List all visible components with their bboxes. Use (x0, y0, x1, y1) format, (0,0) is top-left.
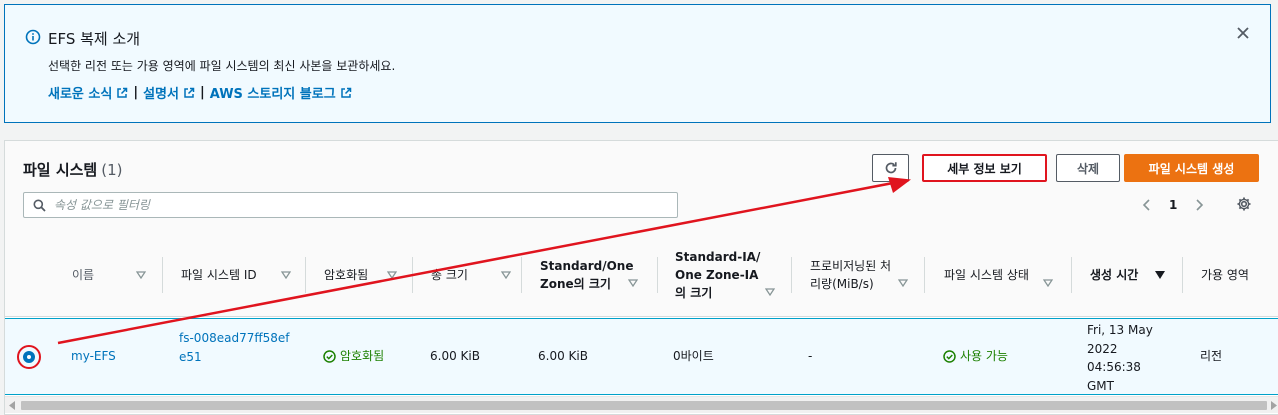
column-header-name[interactable]: 이름 (72, 233, 157, 317)
property-filter (23, 192, 678, 218)
total-size-value: 6.00 KiB (430, 349, 480, 363)
column-divider (305, 257, 306, 293)
link-separator: | (199, 85, 205, 100)
whats-new-link[interactable]: 새로운 소식 (48, 83, 128, 102)
row-radio-button[interactable] (17, 345, 41, 369)
scrollbar-thumb[interactable] (21, 401, 1267, 410)
column-divider (791, 257, 792, 293)
scroll-left-icon[interactable] (9, 401, 17, 410)
sort-caret-icon (501, 271, 511, 279)
radio-selected-dot (23, 351, 35, 363)
storage-blog-link[interactable]: AWS 스토리지 블로그 (210, 83, 352, 102)
link-separator: | (133, 85, 139, 100)
efs-console: EFS 복제 소개 선택한 리전 또는 가용 영역에 파일 시스템의 최신 사본… (0, 0, 1278, 415)
sort-descending-icon (1155, 271, 1165, 279)
column-divider (1182, 257, 1183, 293)
scroll-right-icon[interactable] (1269, 401, 1277, 410)
column-divider (924, 257, 925, 293)
banner-title: EFS 복제 소개 (48, 30, 141, 48)
ia-size-value: 0바이트 (673, 349, 714, 363)
column-header-creation-time[interactable]: 생성 시간 (1090, 233, 1180, 317)
chevron-left-icon[interactable] (1141, 198, 1153, 212)
close-icon[interactable] (1235, 25, 1251, 41)
standard-size-value: 6.00 KiB (538, 349, 588, 363)
column-header-standard-size[interactable]: Standard/One Zone의 크기 (540, 233, 640, 317)
column-header-ia-size[interactable]: Standard-IA/One Zone-IA의 크기 (675, 233, 775, 317)
column-divider (162, 257, 163, 293)
replication-info-banner: EFS 복제 소개 선택한 리전 또는 가용 영역에 파일 시스템의 최신 사본… (4, 4, 1271, 123)
external-link-icon (340, 87, 351, 98)
throughput-value: - (808, 349, 813, 363)
file-system-id-link[interactable]: fs-008ead77ff58efe51 (179, 329, 291, 367)
panel-title: 파일 시스템 (1) (23, 161, 123, 179)
creation-time-value: Fri, 13 May 2022 04:56:38 GMT (1087, 323, 1153, 393)
column-divider (521, 257, 522, 293)
horizontal-scrollbar[interactable] (5, 396, 1278, 413)
column-divider (1071, 257, 1072, 293)
column-header-state[interactable]: 파일 시스템 상태 (944, 233, 1053, 317)
sort-caret-icon (136, 271, 146, 279)
column-divider (657, 257, 658, 293)
view-details-button[interactable]: 세부 정보 보기 (922, 154, 1047, 182)
filter-input[interactable] (54, 196, 654, 214)
sort-caret-icon (387, 271, 397, 279)
gear-icon[interactable] (1236, 196, 1252, 212)
check-circle-icon (943, 350, 956, 363)
file-system-name-link[interactable]: my-EFS (71, 347, 116, 366)
delete-button[interactable]: 삭제 (1056, 154, 1120, 182)
availability-zone-value: 리전 (1200, 349, 1223, 363)
refresh-icon (885, 162, 897, 174)
sort-caret-icon (898, 279, 908, 287)
documentation-link[interactable]: 설명서 (143, 83, 195, 102)
column-header-encrypted[interactable]: 암호화됨 (324, 233, 409, 317)
column-header-availability-zone[interactable]: 가용 영역 (1201, 233, 1278, 317)
column-divider (412, 257, 413, 293)
encryption-status: 암호화됨 (323, 347, 384, 366)
sort-caret-icon (281, 271, 291, 279)
banner-description: 선택한 리전 또는 가용 영역에 파일 시스템의 최신 사본을 보관하세요. (48, 59, 396, 73)
sort-caret-icon (765, 288, 775, 296)
sort-caret-icon (628, 279, 638, 287)
info-icon (25, 29, 41, 45)
table-header: 이름 파일 시스템 ID 암호화됨 총 크기 Standard/One Zone… (5, 233, 1278, 317)
create-file-system-button[interactable]: 파일 시스템 생성 (1124, 154, 1259, 182)
banner-links: 새로운 소식 | 설명서 | AWS 스토리지 블로그 (48, 83, 352, 102)
file-system-state: 사용 가능 (943, 347, 1008, 366)
column-header-throughput[interactable]: 프로비저닝된 처리량(MiB/s) (810, 233, 908, 317)
check-circle-icon (323, 350, 336, 363)
refresh-button[interactable] (872, 154, 909, 182)
sort-caret-icon (1043, 279, 1053, 287)
chevron-right-icon[interactable] (1193, 198, 1205, 212)
column-header-file-system-id[interactable]: 파일 시스템 ID (181, 233, 301, 317)
pagination: 1 (1141, 196, 1205, 214)
column-header-total-size[interactable]: 총 크기 (431, 233, 517, 317)
external-link-icon (184, 87, 195, 98)
file-systems-panel: 파일 시스템(1) 세부 정보 보기 삭제 파일 시스템 생성 1 (4, 140, 1278, 415)
table-row[interactable]: my-EFS fs-008ead77ff58efe51 암호화됨 6.00 Ki… (5, 318, 1278, 395)
file-system-count: (1) (101, 161, 123, 179)
page-number[interactable]: 1 (1169, 198, 1177, 212)
external-link-icon (117, 87, 128, 98)
search-icon (33, 199, 46, 212)
